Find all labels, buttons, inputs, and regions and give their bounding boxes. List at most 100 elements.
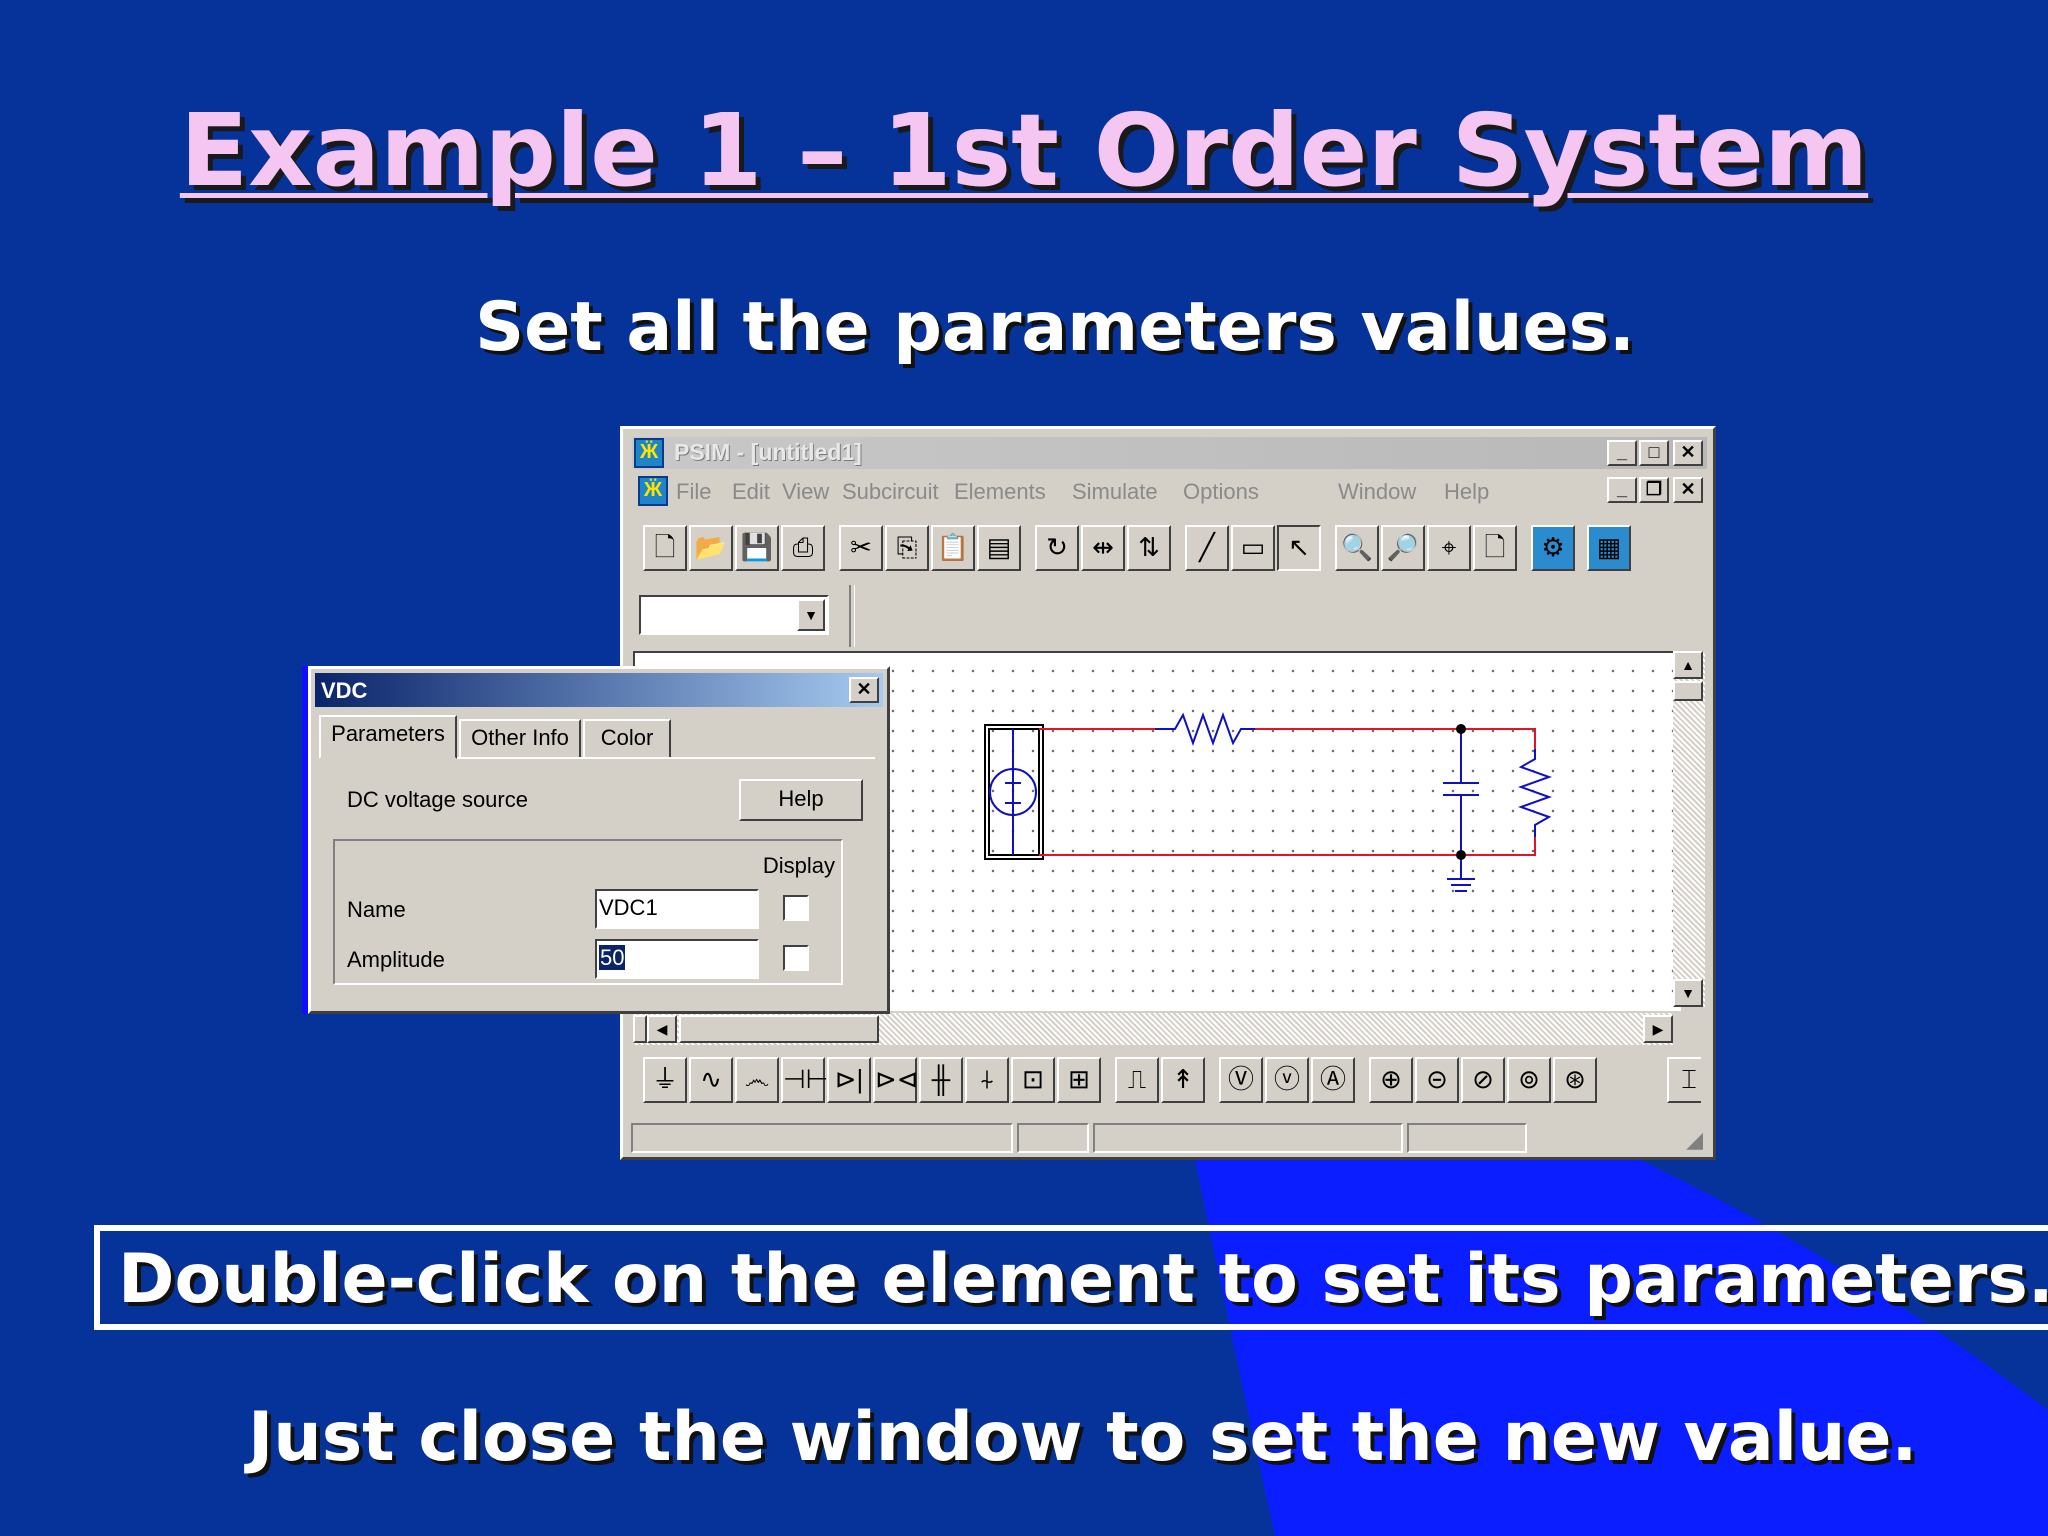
help-button[interactable]: Help	[739, 779, 863, 821]
open-icon[interactable]: 📂	[689, 525, 733, 571]
save-icon[interactable]: 💾	[735, 525, 779, 571]
probe-icon[interactable]: ↟	[1161, 1057, 1205, 1103]
igbt-icon[interactable]: ⍭	[965, 1057, 1009, 1103]
gto-icon[interactable]: ⊞	[1057, 1057, 1101, 1103]
close-button[interactable]: ✕	[1673, 440, 1703, 466]
mosfet-icon[interactable]: ╫	[919, 1057, 963, 1103]
slide-title: Example 1 – 1st Order System	[179, 92, 1869, 209]
transformer-icon[interactable]: ⌶	[1667, 1057, 1701, 1103]
capacitor-icon[interactable]: ⊣⊢	[781, 1057, 828, 1103]
scroll-up-icon[interactable]: ▲	[1673, 651, 1703, 679]
resistor-r1	[1155, 712, 1255, 746]
simview-icon[interactable]: ▦	[1587, 525, 1631, 571]
menu-window[interactable]: Window	[1338, 479, 1416, 505]
menu-simulate[interactable]: Simulate	[1072, 479, 1158, 505]
ac-source-icon[interactable]: ⊝	[1415, 1057, 1459, 1103]
zoom-in-icon[interactable]: 🔍	[1335, 525, 1379, 571]
triangle-source-icon[interactable]: ⊘	[1461, 1057, 1505, 1103]
amplitude-display-checkbox[interactable]	[783, 945, 809, 971]
tab-parameters[interactable]: Parameters	[319, 715, 457, 759]
pointer-icon[interactable]: ↖	[1277, 525, 1321, 571]
document-icon[interactable]: Ӝ	[638, 476, 668, 506]
doc-restore-button[interactable]: ❐	[1639, 477, 1669, 503]
label-icon[interactable]: ▭	[1231, 525, 1275, 571]
amplitude-field-value: 50	[599, 945, 626, 970]
voltage-probe-icon[interactable]: ⓥ	[1265, 1057, 1309, 1103]
psim-app-icon: Ӝ	[634, 438, 664, 468]
zoom-out-icon[interactable]: 🔎	[1381, 525, 1425, 571]
node-dot-bottom	[1456, 850, 1466, 860]
ground-symbol	[1447, 855, 1475, 892]
diode-icon[interactable]: ⊳|	[827, 1057, 871, 1103]
amplitude-field[interactable]: 50	[595, 939, 759, 979]
wire-icon[interactable]: ╱	[1185, 525, 1229, 571]
ammeter-icon[interactable]: Ⓐ	[1311, 1057, 1355, 1103]
name-field[interactable]: VDC1	[595, 889, 759, 929]
copy-icon[interactable]: ⎘	[885, 525, 929, 571]
doc-close-button[interactable]: ✕	[1673, 477, 1703, 503]
menu-subcircuit[interactable]: Subcircuit	[842, 479, 939, 505]
menu-help[interactable]: Help	[1444, 479, 1489, 505]
menu-file[interactable]: File	[676, 479, 711, 505]
node-dot-top	[1456, 724, 1466, 734]
flip-tb-icon[interactable]: ⇅	[1127, 525, 1171, 571]
scroll-right-icon[interactable]: ▶	[1643, 1015, 1673, 1043]
minimize-button[interactable]: _	[1607, 440, 1637, 466]
inductor-icon[interactable]: ෴	[735, 1057, 779, 1103]
amplitude-label: Amplitude	[347, 947, 445, 972]
element-combo[interactable]: ▼	[639, 595, 829, 635]
resistor-r2	[1518, 749, 1552, 837]
menu-elements[interactable]: Elements	[954, 479, 1046, 505]
menu-options[interactable]: Options	[1183, 479, 1259, 505]
thyristor-icon[interactable]: ⊳⊲	[873, 1057, 919, 1103]
status-pane-4	[1407, 1123, 1527, 1153]
doc-minimize-button[interactable]: _	[1607, 477, 1637, 503]
vertical-scroll-thumb[interactable]	[1673, 681, 1703, 701]
clipboard-icon[interactable]: ▤	[977, 525, 1021, 571]
rotate-icon[interactable]: ↻	[1035, 525, 1079, 571]
scroll-down-icon[interactable]: ▼	[1673, 979, 1703, 1007]
flip-lr-icon[interactable]: ⇹	[1081, 525, 1125, 571]
horizontal-scroll-thumb[interactable]	[679, 1015, 879, 1043]
scroll-left-icon[interactable]: ◀	[647, 1015, 677, 1043]
current-source-icon[interactable]: ⊛	[1553, 1057, 1597, 1103]
resize-grip-icon[interactable]: ◢	[1686, 1127, 1703, 1153]
resistor-icon[interactable]: ∿	[689, 1057, 733, 1103]
ground-icon[interactable]: ⏚	[643, 1057, 687, 1103]
horizontal-scrollbar[interactable]: ◀ ▶	[633, 1013, 1673, 1045]
tab-other-info[interactable]: Other Info	[459, 719, 581, 759]
new-icon[interactable]: 🗋	[643, 525, 687, 571]
footer-note: Just close the window to set the new val…	[248, 1398, 1918, 1477]
voltmeter-icon[interactable]: Ⓥ	[1219, 1057, 1263, 1103]
pwm-icon[interactable]: ⎍	[1115, 1057, 1159, 1103]
source-description: DC voltage source	[347, 787, 528, 812]
tab-color[interactable]: Color	[583, 719, 671, 759]
menu-view[interactable]: View	[782, 479, 829, 505]
horizontal-scroll-thumb-left[interactable]	[633, 1015, 647, 1043]
switch-icon[interactable]: ⊡	[1011, 1057, 1055, 1103]
name-display-checkbox[interactable]	[783, 895, 809, 921]
name-label: Name	[347, 897, 406, 922]
step-source-icon[interactable]: ⊚	[1507, 1057, 1551, 1103]
element-toolbar: ⏚ ∿ ෴ ⊣⊢ ⊳| ⊳⊲ ╫ ⍭ ⊡ ⊞ ⎍ ↟ Ⓥ ⓥ Ⓐ ⊕ ⊝ ⊘ ⊚…	[641, 1057, 1701, 1107]
vertical-scrollbar[interactable]: ▲ ▼	[1673, 651, 1705, 1007]
menu-bar: Ӝ File Edit View Subcircuit Elements Sim…	[632, 473, 1707, 509]
zoom-fit-icon[interactable]: ⌖	[1427, 525, 1471, 571]
page-icon[interactable]: 🗋	[1473, 525, 1517, 571]
maximize-button[interactable]: □	[1639, 440, 1669, 466]
combo-dropdown-arrow-icon[interactable]: ▼	[797, 599, 825, 631]
status-pane-3	[1093, 1123, 1403, 1153]
dc-source-symbol	[989, 729, 1037, 855]
dialog-close-icon[interactable]: ✕	[849, 677, 879, 703]
simulate-icon[interactable]: ⚙	[1531, 525, 1575, 571]
dialog-titlebar[interactable]: VDC ✕	[315, 673, 883, 707]
parameter-group: Display Name VDC1 Amplitude 50	[333, 839, 843, 985]
menu-edit[interactable]: Edit	[732, 479, 770, 505]
print-icon[interactable]: ⎙	[781, 525, 825, 571]
display-header: Display	[762, 853, 835, 878]
cut-icon[interactable]: ✂	[839, 525, 883, 571]
dc-source-icon[interactable]: ⊕	[1369, 1057, 1413, 1103]
paste-icon[interactable]: 📋	[931, 525, 975, 571]
window-titlebar[interactable]: Ӝ PSIM - [untitled1] _ □ ✕	[632, 437, 1707, 469]
capacitor-c1	[1443, 729, 1479, 855]
